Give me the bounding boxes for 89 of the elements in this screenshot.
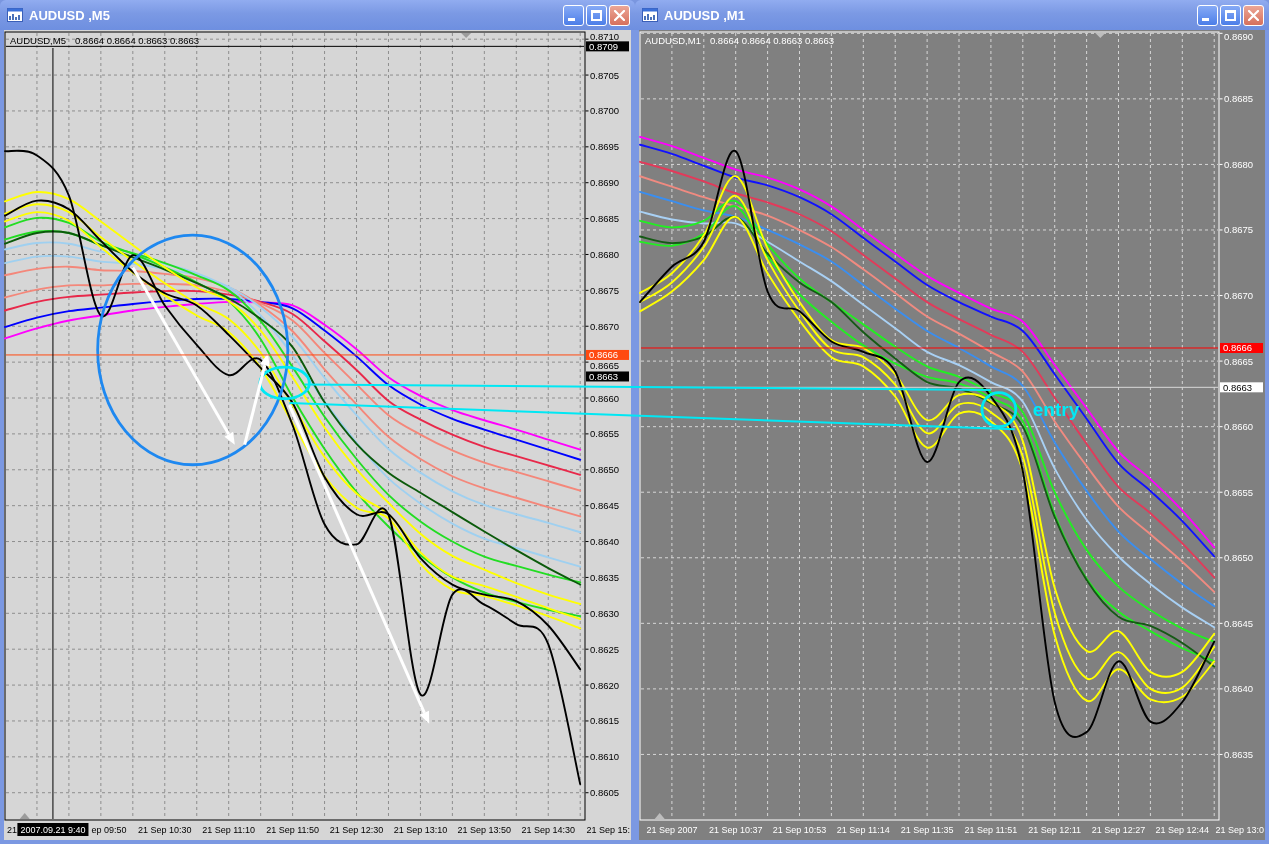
- price-axis-label: 0.8690: [1224, 30, 1254, 42]
- time-axis-label: 21 Sep 15:: [586, 825, 630, 835]
- time-axis-label: 21 Sep 13:50: [457, 825, 512, 835]
- close-icon: [1248, 9, 1259, 21]
- price-axis-label: 0.8645: [590, 500, 620, 512]
- price-axis-label: 0.8700: [590, 105, 620, 117]
- price-axis-label: 0.8670: [590, 320, 620, 332]
- maximize-icon: [1225, 9, 1236, 21]
- time-axis-label: 21 Sep 11:35: [900, 825, 954, 835]
- minimize-button[interactable]: [563, 4, 584, 26]
- triangle-marker-icon: [461, 33, 472, 38]
- ohlc-values-label: 0.8664 0.8664 0.8663 0.8663: [709, 34, 835, 46]
- chart-symbol-label: AUDUSD,M5: [10, 34, 66, 46]
- price-axis-label: 0.8625: [590, 643, 620, 655]
- time-axis-label: 21 Sep 12:30: [329, 825, 384, 835]
- ref-line-label: 0.8666: [1223, 342, 1253, 354]
- price-axis-label: 0.8640: [1224, 683, 1254, 695]
- price-axis-label: 0.8705: [590, 69, 620, 81]
- time-axis-label: 21 Sep 13:0: [1215, 825, 1264, 835]
- price-axis-label: 0.8675: [590, 284, 620, 296]
- minimize-button[interactable]: [1197, 4, 1218, 26]
- price-label: 0.8666: [586, 349, 629, 361]
- chart-window-icon: [7, 8, 23, 22]
- minimize-icon: [1202, 17, 1209, 21]
- price-label: 0.8709: [586, 40, 629, 52]
- maximize-button[interactable]: [586, 4, 607, 26]
- price-axis-label: 0.8650: [590, 464, 620, 476]
- time-axis-label: 21 Sep 2007: [646, 825, 698, 835]
- time-axis-label: 21 Sep 11:50: [266, 825, 320, 835]
- time-axis-label: 21 Sep 11:51: [964, 825, 1018, 835]
- time-axis-label: 21 Sep 12:27: [1091, 825, 1146, 835]
- minimize-icon: [568, 17, 575, 21]
- price-axis-label: 0.8665: [590, 360, 620, 372]
- close-button[interactable]: [609, 4, 630, 26]
- ellipse-mark: [980, 391, 1018, 429]
- price-label: 0.8663: [1220, 381, 1263, 393]
- price-label: 0.8663: [586, 371, 629, 382]
- time-axis-label: 21 Sep 10:37: [708, 825, 763, 835]
- price-axis-label: 0.8675: [1224, 224, 1254, 236]
- price-axis-label: 0.8645: [1224, 617, 1254, 629]
- ohlc-values-label: 0.8664 0.8664 0.8663 0.8663: [74, 34, 200, 46]
- price-axis-label: 0.8680: [1224, 158, 1254, 170]
- maximize-button[interactable]: [1220, 4, 1241, 26]
- price-axis-label: 0.8620: [590, 679, 620, 691]
- price-axis-label: 0.8640: [590, 536, 620, 548]
- price-axis-label: 0.8690: [590, 177, 620, 189]
- window-title: AUDUSD ,M5: [29, 7, 111, 23]
- price-axis-label: 0.8660: [1224, 421, 1254, 433]
- ref-line-label: 0.8709: [589, 40, 619, 52]
- price-axis-label: 0.8680: [590, 249, 620, 260]
- price-axis-label: 0.8710: [590, 30, 620, 42]
- window-title: AUDUSD ,M1: [664, 7, 746, 23]
- ref-line-label: 0.8666: [589, 349, 619, 361]
- time-axis-label: 21 Sep 12:44: [1155, 825, 1210, 835]
- price-axis-label: 0.8630: [590, 607, 620, 619]
- time-axis-label: 21 Sep 10:53: [772, 825, 827, 835]
- price-axis-label: 0.8685: [590, 213, 620, 225]
- price-axis-label: 0.8615: [590, 715, 620, 727]
- price-axis-label: 0.8605: [590, 787, 620, 799]
- price-axis-label: 0.8695: [590, 141, 620, 153]
- chart-symbol-label: AUDUSD,M1: [645, 34, 701, 46]
- price-axis-label: 0.8655: [1224, 486, 1254, 498]
- price-label: 0.8666: [1220, 342, 1263, 354]
- time-axis-label: 21 Sep 13:10: [393, 825, 448, 835]
- time-label: 2007.09.21 9:40: [17, 823, 89, 836]
- close-icon: [614, 9, 625, 21]
- time-axis-label: 21 Sep 14:30: [521, 825, 576, 835]
- triangle-marker-icon: [654, 813, 665, 819]
- time-axis-label: 21: [7, 825, 17, 835]
- triangle-marker-icon: [1095, 33, 1106, 38]
- close-button[interactable]: [1243, 4, 1264, 26]
- time-axis-label: 21 Sep 11:10: [202, 825, 256, 835]
- time-axis-label: ep 09:50: [91, 825, 127, 835]
- price-axis-label: 0.8660: [590, 392, 620, 404]
- triangle-marker-icon: [19, 813, 30, 819]
- time-axis-label: 21 Sep 12:11: [1028, 825, 1082, 835]
- price-axis-label: 0.8650: [1224, 552, 1254, 564]
- maximize-icon: [591, 9, 602, 21]
- chart-window-icon: [642, 8, 658, 22]
- price-axis-label: 0.8655: [590, 428, 620, 440]
- price-axis-label: 0.8685: [1224, 93, 1254, 105]
- price-axis-label: 0.8635: [1224, 748, 1254, 760]
- time-axis-label: 21 Sep 11:14: [836, 825, 890, 835]
- price-axis-label: 0.8670: [1224, 290, 1254, 302]
- price-axis-label: 0.8610: [590, 751, 620, 763]
- price-axis-label: 0.8635: [590, 571, 620, 583]
- price-axis-label: 0.8665: [1224, 355, 1254, 367]
- ref-line-label: 0.8663: [1223, 381, 1253, 393]
- time-axis-label: 21 Sep 10:30: [138, 825, 192, 835]
